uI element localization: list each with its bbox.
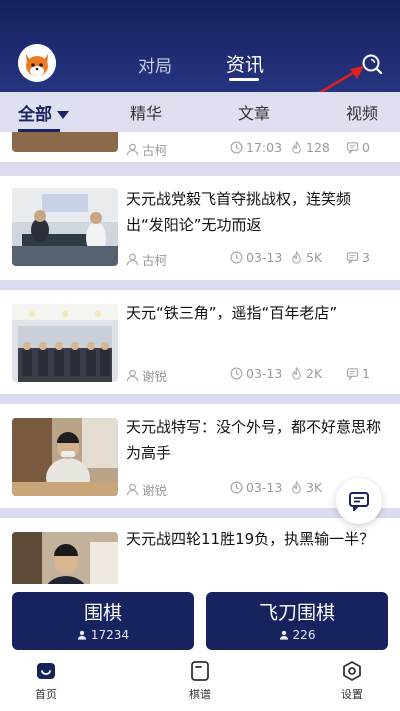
- news-title[interactable]: 天元战特写：没个外号，都不好意思称为高手: [126, 414, 388, 466]
- nav-game-records[interactable]: 棋谱: [170, 660, 230, 702]
- hot-count: 5K: [306, 250, 323, 265]
- active-tab-indicator: [229, 78, 259, 81]
- news-title[interactable]: 天元战党毅飞首夺挑战权，连笑频出“发阳论”无功而返: [126, 186, 388, 238]
- time-meta: 03-13: [230, 366, 282, 381]
- news-card[interactable]: 天元战四轮11胜19负，执黑输一半？: [0, 518, 400, 584]
- clock-icon: [230, 367, 243, 380]
- comment-count: 3: [362, 250, 370, 265]
- settings-icon: [343, 661, 361, 681]
- news-card[interactable]: 古柯 17:03 128 0: [0, 132, 400, 162]
- category-videos[interactable]: 视频: [346, 100, 378, 124]
- hot-meta: 128: [290, 140, 330, 155]
- go-mode-count: 17234: [12, 628, 194, 642]
- author-meta: 古柯: [126, 140, 167, 159]
- user-avatar[interactable]: [18, 44, 56, 82]
- news-card[interactable]: 天元“铁三角”，遥指“百年老店” 谢锐 03-13 2K 1: [0, 290, 400, 394]
- news-thumbnail: [12, 304, 118, 382]
- news-thumbnail: [12, 188, 118, 266]
- flame-icon: [292, 251, 301, 264]
- board-icon: [191, 661, 209, 681]
- nav-home-label: 首页: [35, 688, 57, 701]
- flame-icon: [292, 141, 301, 154]
- time-meta: 03-13: [230, 250, 282, 265]
- author-name: 谢锐: [142, 483, 168, 498]
- news-thumbnail: [12, 418, 118, 496]
- news-thumbnail: [12, 132, 118, 152]
- hot-count: 128: [306, 140, 330, 155]
- hot-meta: 5K: [290, 250, 322, 265]
- people-icon: [77, 630, 87, 640]
- nav-game-records-label: 棋谱: [189, 688, 211, 701]
- category-all[interactable]: 全部: [18, 100, 69, 125]
- author-name: 古柯: [142, 253, 168, 268]
- author-name: 古柯: [142, 143, 168, 158]
- flame-icon: [292, 481, 301, 494]
- go-mode-button[interactable]: 围棋 17234: [12, 592, 194, 650]
- comment-icon: [346, 368, 359, 380]
- fox-avatar-icon: [18, 44, 56, 82]
- news-card[interactable]: 天元战党毅飞首夺挑战权，连笑频出“发阳论”无功而返 古柯 03-13 5K 3: [0, 176, 400, 280]
- nav-settings[interactable]: 设置: [322, 660, 382, 702]
- photo-go-match-icon: [12, 188, 118, 266]
- hot-count: 2K: [306, 366, 323, 381]
- user-icon: [126, 143, 139, 156]
- time-meta: 03-13: [230, 480, 282, 495]
- comment-meta: 1: [346, 366, 370, 381]
- floating-comment-button[interactable]: [336, 478, 382, 524]
- post-time: 03-13: [246, 480, 283, 495]
- nav-settings-label: 设置: [341, 688, 363, 701]
- flying-knife-go-count-value: 226: [292, 628, 316, 642]
- photo-group-icon: [12, 304, 118, 382]
- hot-meta: 2K: [290, 366, 322, 381]
- category-all-label: 全部: [18, 105, 52, 125]
- news-title[interactable]: 天元“铁三角”，遥指“百年老店”: [126, 300, 388, 326]
- time-meta: 17:03: [230, 140, 282, 155]
- flame-icon: [292, 367, 301, 380]
- post-time: 03-13: [246, 250, 283, 265]
- post-time: 03-13: [246, 366, 283, 381]
- tab-news[interactable]: 资讯: [226, 50, 264, 77]
- author-name: 谢锐: [142, 369, 168, 384]
- people-icon: [279, 630, 288, 640]
- nav-home[interactable]: 首页: [16, 660, 76, 702]
- comment-icon: [346, 142, 359, 154]
- clock-icon: [230, 141, 243, 154]
- comment-count: 0: [362, 140, 370, 155]
- news-title[interactable]: 天元战四轮11胜19负，执黑输一半？: [126, 526, 388, 552]
- hot-count: 3K: [306, 480, 323, 495]
- go-mode-count-value: 17234: [90, 628, 130, 642]
- category-articles[interactable]: 文章: [238, 100, 270, 124]
- flying-knife-go-label: 飞刀围棋: [258, 602, 335, 624]
- comment-icon: [346, 252, 359, 264]
- user-icon: [126, 369, 139, 382]
- tab-games[interactable]: 对局: [138, 52, 172, 77]
- category-featured[interactable]: 精华: [130, 100, 162, 124]
- author-meta: 谢锐: [126, 480, 167, 499]
- comment-count: 1: [362, 366, 370, 381]
- photo-player-icon: [12, 418, 118, 496]
- flying-knife-go-count: 226: [206, 628, 388, 642]
- clock-icon: [230, 481, 243, 494]
- comment-meta: 3: [346, 250, 370, 265]
- flying-knife-go-button[interactable]: 飞刀围棋 226: [206, 592, 388, 650]
- hot-meta: 3K: [290, 480, 322, 495]
- home-icon: [37, 663, 55, 679]
- user-icon: [126, 483, 139, 496]
- comment-meta: 0: [346, 140, 370, 155]
- author-meta: 谢锐: [126, 366, 167, 385]
- user-icon: [126, 253, 139, 266]
- news-thumbnail: [12, 532, 118, 584]
- clock-icon: [230, 251, 243, 264]
- caret-down-icon: [57, 111, 69, 119]
- post-time: 17:03: [246, 140, 283, 155]
- message-icon: [349, 492, 369, 511]
- go-mode-label: 围棋: [83, 602, 122, 624]
- photo-player-icon: [12, 532, 118, 584]
- news-feed[interactable]: 古柯 17:03 128 0 天元战党毅飞首夺挑战权，连笑频出“发阳论”无功而返…: [0, 132, 400, 584]
- author-meta: 古柯: [126, 250, 167, 269]
